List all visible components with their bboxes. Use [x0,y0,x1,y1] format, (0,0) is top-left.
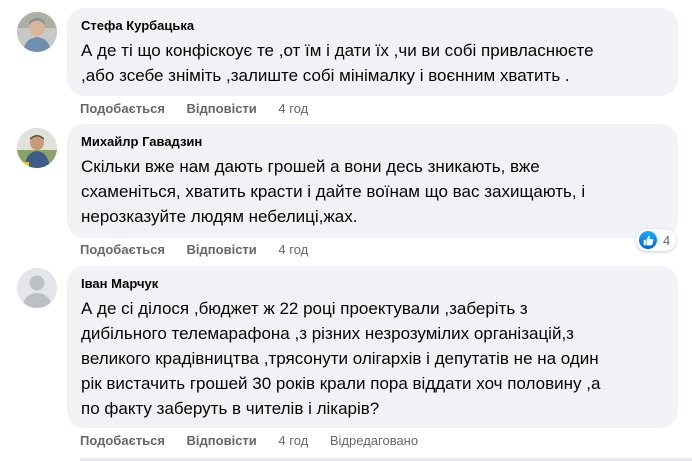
like-button[interactable]: Подобається [80,100,165,118]
comment-bubble: Михайлр Гавадзин Скільки вже нам дають г… [67,124,678,238]
comment-line: по факту заберуть в чителів і лікарів? [81,399,380,418]
avatar[interactable] [17,128,57,168]
comment-bubble: Стефа Курбацька А де ті що конфіскоує те… [67,8,678,96]
comment-line: схаменіться, хватить красти і дайте воїн… [81,182,586,201]
reply-button[interactable]: Відповісти [187,100,257,118]
comment-author[interactable]: Іван Марчук [81,276,158,291]
user-photo-icon [17,12,57,52]
comment-text: А де ті що конфіскоує те ,от їм і дати ї… [81,38,594,88]
avatar[interactable] [17,12,57,52]
avatar[interactable] [17,268,57,308]
comment-line: дибільного телемарафона ,з різних незроз… [81,324,574,343]
comment-timestamp[interactable]: 4 год [278,241,308,259]
like-icon [639,231,657,249]
comment-timestamp[interactable]: 4 год [278,100,308,118]
comment-line: Скільки вже нам дають грошей а вони десь… [81,157,540,176]
comment-bubble: Іван Марчук А де сі ділося ,бюджет ж 22 … [67,266,678,428]
reply-button[interactable]: Відповісти [187,432,257,450]
comment-actions: Подобається Відповісти 4 год [80,241,308,259]
reaction-count: 4 [663,232,671,248]
comment: Стефа Курбацька А де ті що конфіскоує те… [0,0,692,120]
comment-actions: Подобається Відповісти 4 год Відредагова… [80,432,418,450]
edited-label: Відредаговано [329,433,419,448]
like-button[interactable]: Подобається [80,432,165,450]
comment-author[interactable]: Михайлр Гавадзин [81,134,202,149]
comment-line: А де ті що конфіскоує те ,от їм і дати ї… [81,41,594,60]
user-photo-icon [17,128,57,168]
like-button[interactable]: Подобається [80,241,165,259]
comment-timestamp[interactable]: 4 год [278,432,308,450]
comment-line: рік вистачить грошей 30 років крали пора… [81,374,601,393]
reaction-summary[interactable]: 4 [636,229,677,251]
comment-line: нерозказуйте людям небелиці,жах. [81,207,358,226]
comment-actions: Подобається Відповісти 4 год [80,100,308,118]
comment-line: великого крадівництва ,трясонути олігарх… [81,349,599,368]
reply-button[interactable]: Відповісти [187,241,257,259]
default-avatar-icon [17,268,57,308]
comment-line: А де сі ділося ,бюджет ж 22 році проекту… [81,299,528,318]
comment-author[interactable]: Стефа Курбацька [81,18,194,33]
comment-line: ,або зсебе зніміть ,залиште собі мінімал… [81,66,570,85]
comment-text: Скільки вже нам дають грошей а вони десь… [81,154,585,229]
comment-text: А де сі ділося ,бюджет ж 22 році проекту… [81,296,600,421]
